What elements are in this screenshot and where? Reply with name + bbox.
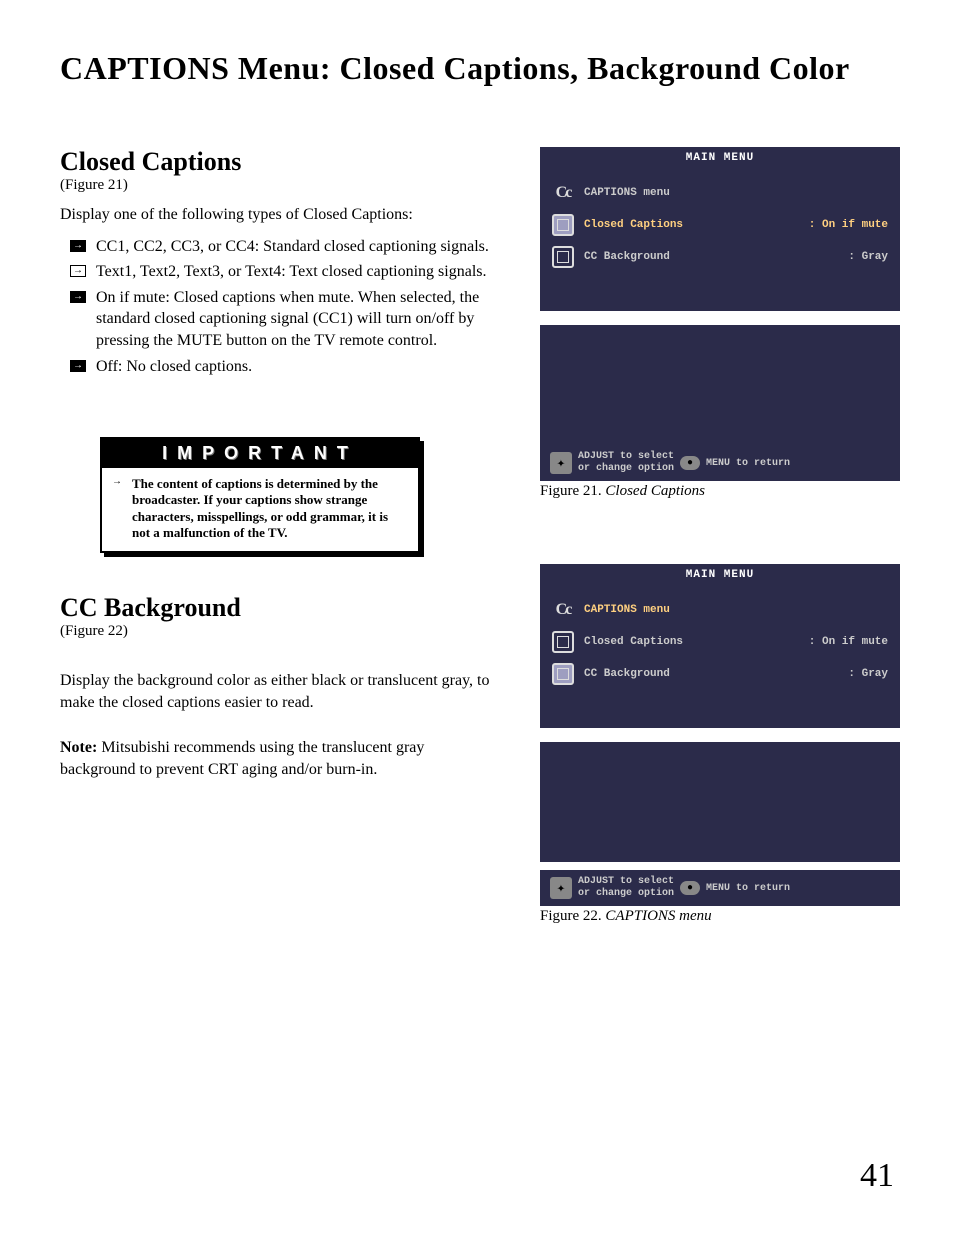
figure-caption-text: Closed Captions (602, 483, 705, 499)
tv-row-label: Closed Captions (584, 219, 799, 231)
tv-row-value: : Gray (848, 668, 888, 680)
tv-footer-line2: or change option (578, 463, 674, 474)
closed-captions-intro: Display one of the following types of Cl… (60, 204, 500, 226)
list-item: Off: No closed captions. (70, 356, 500, 378)
square-icon (552, 246, 574, 268)
square-icon (552, 214, 574, 236)
list-item: On if mute: Closed captions when mute. W… (70, 287, 500, 352)
tv-footer-line1: ADJUST to select (578, 876, 674, 887)
page-number: 41 (860, 1157, 894, 1195)
tv-row-label: CC Background (584, 668, 838, 680)
list-item-text: CC1, CC2, CC3, or CC4: Standard closed c… (96, 238, 489, 255)
tv-row-label: Closed Captions (584, 636, 799, 648)
cc-background-heading: CC Background (60, 593, 500, 623)
tv-footer: ✦ ADJUST to select or change option ● ME… (540, 870, 900, 906)
arrow-icon (70, 265, 86, 277)
tv-row-value: : On if mute (809, 636, 888, 648)
arrow-icon (110, 478, 124, 486)
menu-button-icon: ● (680, 881, 700, 895)
note-text: Mitsubishi recommends using the transluc… (60, 739, 424, 778)
important-header: IMPORTANT (102, 439, 418, 468)
cc-icon: Cc (552, 182, 574, 204)
tv-footer-right: MENU to return (706, 458, 790, 469)
tv-row-closed-captions: Closed Captions : On if mute (552, 209, 888, 241)
figure-number: Figure 22. (540, 908, 602, 924)
arrow-icon (70, 360, 86, 372)
figure-22-caption: Figure 22. CAPTIONS menu (540, 908, 900, 925)
tv-title: MAIN MENU (540, 564, 900, 586)
right-column: MAIN MENU Cc CAPTIONS menu Closed Captio… (540, 147, 900, 925)
tv-row-label: CAPTIONS menu (584, 187, 888, 199)
list-item: Text1, Text2, Text3, or Text4: Text clos… (70, 261, 500, 283)
important-box: IMPORTANT The content of captions is det… (100, 437, 420, 553)
list-item: CC1, CC2, CC3, or CC4: Standard closed c… (70, 236, 500, 258)
tv-row-label: CC Background (584, 251, 838, 263)
dpad-icon: ✦ (550, 452, 572, 474)
important-text: The content of captions is determined by… (112, 476, 408, 541)
closed-captions-heading: Closed Captions (60, 147, 500, 177)
dpad-icon: ✦ (550, 877, 572, 899)
figure-21-caption: Figure 21. Closed Captions (540, 483, 900, 500)
tv-footer-line1: ADJUST to select (578, 451, 674, 462)
tv-row-value: : Gray (848, 251, 888, 263)
figure-22-tv-screenshot: MAIN MENU Cc CAPTIONS menu Closed Captio… (540, 564, 900, 925)
cc-icon: Cc (552, 599, 574, 621)
figure-21-ref: (Figure 21) (60, 177, 500, 194)
list-item-text: Text1, Text2, Text3, or Text4: Text clos… (96, 263, 487, 280)
tv-footer-right: MENU to return (706, 883, 790, 894)
square-icon (552, 631, 574, 653)
arrow-icon (70, 291, 86, 303)
tv-footer: ✦ ADJUST to select or change option ● ME… (540, 445, 900, 481)
cc-background-note: Note: Mitsubishi recommends using the tr… (60, 737, 500, 780)
note-label: Note: (60, 739, 97, 756)
tv-row-closed-captions: Closed Captions : On if mute (552, 626, 888, 658)
menu-button-icon: ● (680, 456, 700, 470)
figure-21-tv-screenshot: MAIN MENU Cc CAPTIONS menu Closed Captio… (540, 147, 900, 500)
square-icon (552, 663, 574, 685)
closed-captions-options-list: CC1, CC2, CC3, or CC4: Standard closed c… (60, 236, 500, 378)
tv-title: MAIN MENU (540, 147, 900, 169)
tv-row-label: CAPTIONS menu (584, 604, 888, 616)
figure-caption-text: CAPTIONS menu (602, 908, 712, 924)
list-item-text: Off: No closed captions. (96, 358, 252, 375)
arrow-icon (70, 240, 86, 252)
tv-footer-line2: or change option (578, 888, 674, 899)
left-column: Closed Captions (Figure 21) Display one … (60, 147, 500, 925)
figure-number: Figure 21. (540, 483, 602, 499)
tv-row-captions-menu: Cc CAPTIONS menu (552, 177, 888, 209)
figure-22-ref: (Figure 22) (60, 623, 500, 640)
cc-background-body: Display the background color as either b… (60, 670, 500, 713)
tv-row-cc-background: CC Background : Gray (552, 241, 888, 273)
page-title: CAPTIONS Menu: Closed Captions, Backgrou… (60, 50, 894, 87)
tv-row-cc-background: CC Background : Gray (552, 658, 888, 690)
tv-row-captions-menu: Cc CAPTIONS menu (552, 594, 888, 626)
list-item-text: On if mute: Closed captions when mute. W… (96, 289, 479, 349)
tv-row-value: : On if mute (809, 219, 888, 231)
